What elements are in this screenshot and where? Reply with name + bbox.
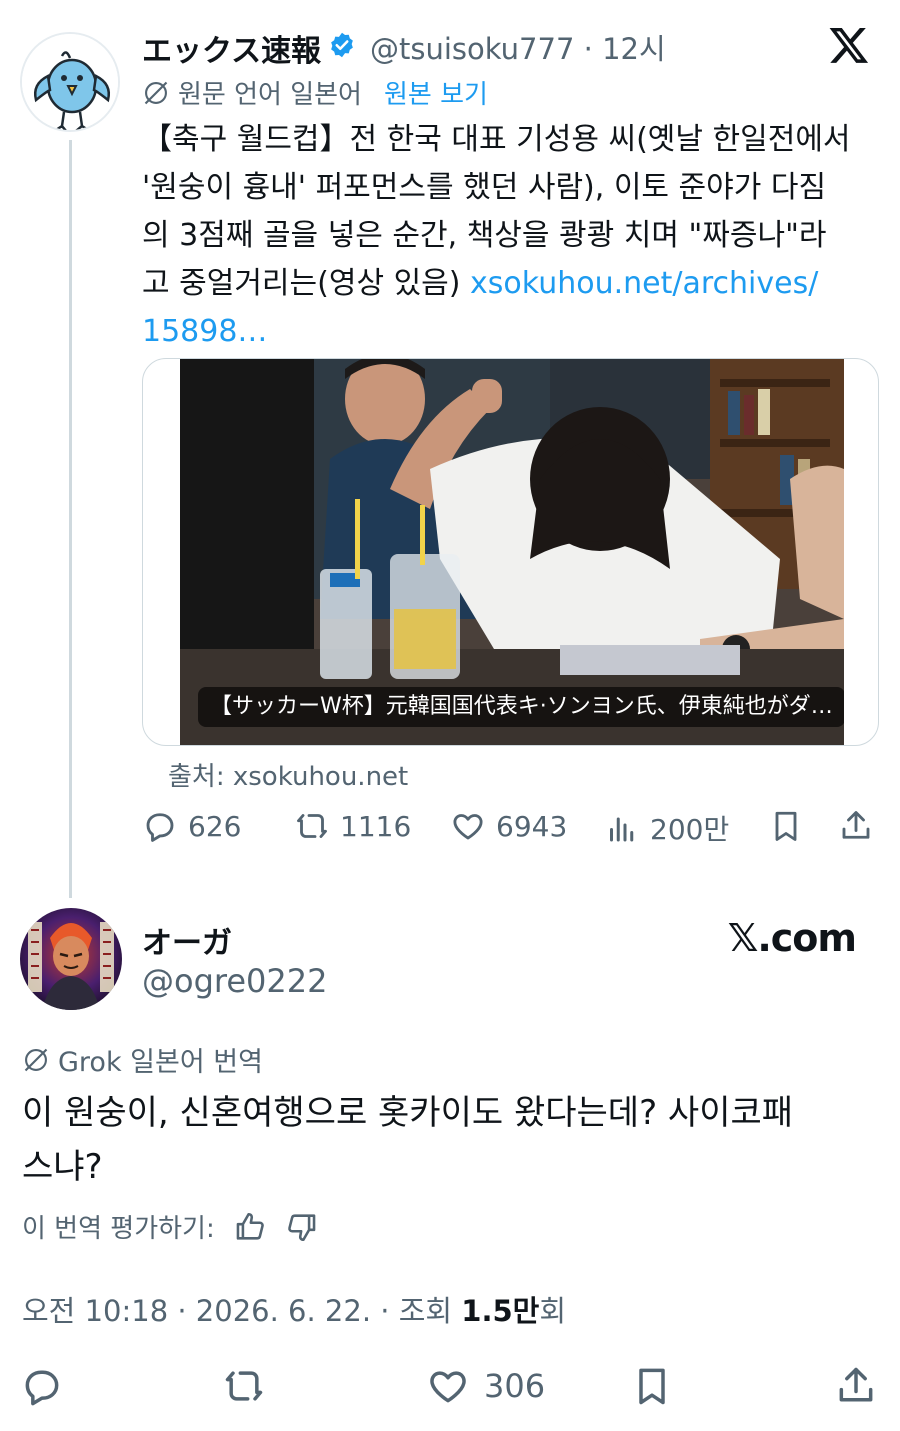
post-time[interactable]: 12시 [602,32,666,66]
author-handle[interactable]: @tsuisoku777 [370,32,574,66]
grok-translation-notice: Grok 일본어 번역 [22,1040,263,1079]
retweet-button[interactable]: 1116 [294,808,411,844]
globe-slash-icon [24,1048,48,1071]
post-metadata: 오전 10:18 · 2026. 6. 22. · 조회 1.5만회 [22,1288,566,1330]
bookmark-icon [775,811,797,841]
card-source[interactable]: 출처: xsokuhou.net [168,756,408,793]
author-name[interactable]: オーガ [142,918,232,962]
tweet-text-line: '원숭이 흉내' 퍼포먼스를 했던 사람), 이토 준야가 다짐 [142,170,827,205]
post-timestamp[interactable]: 오전 10:18 · 2026. 6. 22. · 조회 [22,1294,461,1328]
tweet-text-line: 스냐? [22,1147,103,1187]
like-button[interactable]: 6943 [450,808,567,844]
author-handle-time[interactable]: @tsuisoku777 · 12시 [370,26,666,68]
bookmark-icon [639,1368,665,1405]
like-button[interactable]: 306 [426,1364,545,1408]
reply-count: 626 [188,809,242,843]
globe-slash-icon [144,81,168,104]
avatar[interactable] [20,908,122,1010]
avatar[interactable] [20,32,120,132]
x-logo-icon [829,28,869,63]
tweet-text-line: 고 중얼거리는(영상 있음) xsokuhou.net/archives/ [142,266,819,301]
retweet-count: 1116 [340,809,412,843]
retweet-icon [297,814,327,838]
like-count: 6943 [496,809,568,843]
thread-connector-line [69,140,72,898]
view-count: 1.5만 [461,1294,540,1328]
rate-translation: 이 번역 평가하기: [22,1208,319,1245]
view-count-suffix: 회 [539,1294,567,1328]
like-icon [430,1371,466,1403]
thumbs-down-icon[interactable] [285,1210,319,1244]
translation-label: 원문 언어 일본어 [178,80,362,110]
bookmark-button[interactable] [768,808,804,844]
link-preview-card[interactable]: 【サッカーW杯】元韓国国代表キ·ソンヨン氏、伊東純也がダ… [142,358,879,746]
anime-avatar-icon [20,908,122,1010]
article-link-continued[interactable]: 15898… [142,308,877,356]
tweet-text-line: 이 원숭이, 신혼여행으로 홋카이도 왔다는데? 사이코패 [22,1093,794,1133]
separator-dot: · [574,32,603,66]
reply-button[interactable]: 626 [142,808,241,844]
share-icon [839,1367,873,1402]
retweet-icon [225,1371,263,1401]
author-handle[interactable]: @ogre0222 [142,962,327,1000]
reply-icon [146,813,174,842]
verified-badge-icon [331,32,353,58]
bird-avatar-icon [22,34,118,130]
quoted-tweet-actions: 626 1116 6943 200만 [142,808,882,852]
author-name[interactable]: エックス速報 [142,26,321,70]
translation-notice: 원문 언어 일본어 원본 보기 [142,74,488,111]
tweet-text: 이 원숭이, 신혼여행으로 홋카이도 왔다는데? 사이코패 스냐? [22,1086,872,1194]
bookmark-button[interactable] [630,1364,674,1408]
views-button[interactable]: 200만 [604,808,729,848]
views-icon [610,817,634,842]
share-button[interactable] [838,808,874,844]
like-icon [453,814,483,840]
reply-button[interactable] [20,1364,64,1408]
views-count: 200만 [650,813,730,846]
share-button[interactable] [834,1364,878,1408]
view-original-link[interactable]: 원본 보기 [384,74,488,111]
article-link[interactable]: xsokuhou.net/archives/ [470,266,818,301]
rate-translation-label: 이 번역 평가하기: [22,1214,215,1244]
x-com-watermark: 𝕏.com [727,916,857,960]
card-title-overlay: 【サッカーW杯】元韓国国代表キ·ソンヨン氏、伊東純也がダ… [198,687,844,727]
reply-icon [25,1370,59,1406]
tweet-text: 【축구 월드컵】전 한국 대표 기성용 씨(옛날 한일전에서 '원숭이 흉내' … [142,116,877,356]
tweet-text-line: 【축구 월드컵】전 한국 대표 기성용 씨(옛날 한일전에서 [142,122,851,157]
card-video-thumbnail[interactable]: 【サッカーW杯】元韓国国代表キ·ソンヨン氏、伊東純也がダ… [180,359,844,745]
thumbs-up-icon[interactable] [233,1210,267,1244]
tweet-text-line: 의 3점째 골을 넣은 순간, 책상을 쾅쾅 치며 "짜증나"라 [142,218,827,253]
grok-translation-label: Grok 일본어 번역 [58,1047,263,1078]
share-icon [842,811,870,839]
retweet-button[interactable] [222,1364,266,1408]
main-tweet-actions: 306 [0,1364,900,1414]
like-count: 306 [484,1367,546,1405]
